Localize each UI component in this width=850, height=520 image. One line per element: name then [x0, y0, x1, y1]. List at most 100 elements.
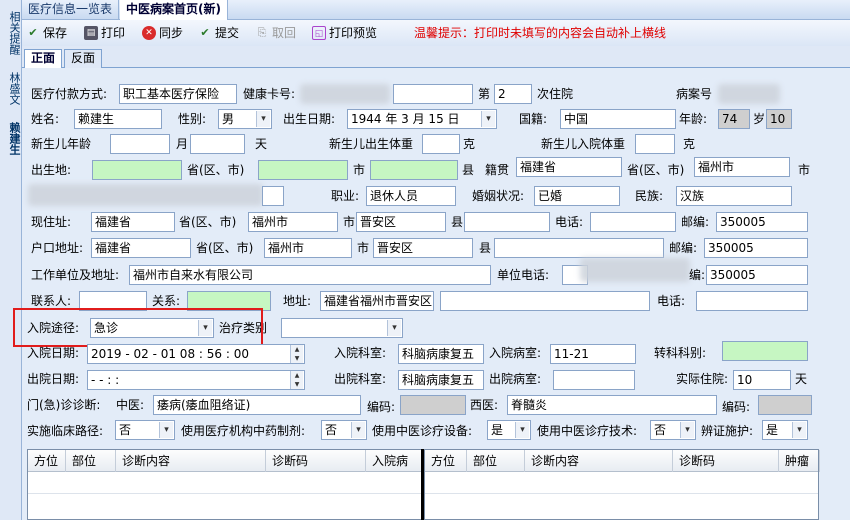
newborn-birth-weight-field[interactable]	[422, 134, 460, 154]
col-admission-condition[interactable]: 入院病	[366, 450, 423, 472]
newborn-age-label: 新生儿年龄	[31, 137, 92, 151]
current-province-field[interactable]: 福建省	[91, 212, 175, 232]
col-site[interactable]: 部位	[66, 450, 116, 472]
registered-address-label: 户口地址:	[31, 241, 84, 255]
work-zip-field[interactable]: 350005	[706, 265, 808, 285]
retrieve-button[interactable]: ⎘ 取回	[255, 24, 296, 42]
sync-button[interactable]: ✕ 同步	[142, 24, 183, 42]
registered-county-field[interactable]: 晋安区	[373, 238, 473, 258]
birthplace-county-unit: 县	[462, 163, 475, 177]
name-field[interactable]: 赖建生	[74, 109, 162, 129]
tab-back[interactable]: 反面	[64, 49, 103, 68]
col-site[interactable]: 部位	[467, 450, 525, 472]
tcm-preparation-select[interactable]: 否	[321, 420, 367, 440]
grid-header: 方位 部位 诊断内容 诊断码 入院病	[28, 450, 423, 472]
newborn-admission-weight-field[interactable]	[635, 134, 675, 154]
current-zip-field[interactable]: 350005	[716, 212, 808, 232]
current-city-field[interactable]: 福州市	[248, 212, 338, 232]
country-field[interactable]: 中国	[560, 109, 676, 129]
record-number-label: 病案号	[676, 87, 713, 101]
contact-address-detail-field[interactable]	[440, 291, 650, 311]
col-tumor[interactable]: 肿瘤	[779, 450, 820, 472]
marital-status-field[interactable]: 已婚	[534, 186, 620, 206]
ethnicity-field[interactable]: 汉族	[676, 186, 792, 206]
admission-date-field[interactable]: 2019 - 02 - 01 08 : 56 : 00	[87, 344, 305, 364]
tab-front[interactable]: 正面	[24, 49, 63, 69]
discharge-date-field[interactable]: - - : :	[87, 370, 305, 390]
col-position[interactable]: 方位	[28, 450, 66, 472]
relationship-label: 关系:	[152, 294, 181, 308]
discharge-diagnosis-grid[interactable]: 方位 部位 诊断内容 诊断码 肿瘤	[424, 449, 820, 520]
side-tab-patient-2[interactable]: 赖建生	[2, 116, 21, 160]
tab-medical-info-list[interactable]: 医疗信息一览表	[22, 0, 120, 20]
tcm-diagnosis-field[interactable]: 痿病(痿血阻络证)	[153, 395, 361, 415]
birth-date-label: 出生日期:	[283, 112, 336, 126]
discharge-ward-field[interactable]	[553, 370, 635, 390]
discharge-department-field[interactable]: 科脑病康复五	[398, 370, 484, 390]
syndrome-nursing-select[interactable]: 是	[762, 420, 808, 440]
registered-province-field[interactable]: 福建省	[91, 238, 191, 258]
tcm-equipment-select[interactable]: 是	[487, 420, 531, 440]
admission-department-label: 入院科室:	[334, 346, 387, 360]
contact-phone-field[interactable]	[696, 291, 808, 311]
syndrome-nursing-label: 辨证施护:	[701, 424, 754, 438]
registered-city-field[interactable]: 福州市	[264, 238, 352, 258]
save-button[interactable]: ✔ 保存	[26, 24, 67, 42]
contact-address-field[interactable]: 福建省福州市晋安区	[320, 291, 434, 311]
native-province-field[interactable]: 福建省	[516, 157, 622, 177]
col-diagnosis-content[interactable]: 诊断内容	[116, 450, 266, 472]
col-diagnosis-code[interactable]: 诊断码	[266, 450, 366, 472]
payment-field[interactable]: 职工基本医疗保险	[119, 84, 237, 104]
page-tabs: 正面 反面	[22, 46, 850, 69]
occupation-field[interactable]: 退休人员	[366, 186, 456, 206]
save-check-icon: ✔	[28, 26, 38, 39]
table-row[interactable]	[425, 472, 818, 494]
wm-diagnosis-field[interactable]: 脊髓炎	[507, 395, 717, 415]
work-unit-field[interactable]: 福州市自来水有限公司	[129, 265, 491, 285]
toolbar: ✔ 保存 ▤ 打印 ✕ 同步 ✔ 提交 ⎘ 取回 ◱ 打印预览 温馨提示：打印时未填写的内容…	[22, 20, 850, 46]
col-diagnosis-code[interactable]: 诊断码	[673, 450, 779, 472]
print-button[interactable]: ▤ 打印	[84, 24, 125, 42]
print-preview-button[interactable]: ◱ 打印预览	[312, 24, 377, 42]
current-city-unit: 市	[343, 215, 356, 229]
registered-county-unit: 县	[479, 241, 492, 255]
birthplace-county-field[interactable]	[370, 160, 458, 180]
newborn-age-month-field[interactable]	[110, 134, 170, 154]
current-county-unit: 县	[451, 215, 464, 229]
side-tab-reminder[interactable]: 相关提醒	[2, 2, 21, 64]
actual-stay-field[interactable]: 10	[733, 370, 791, 390]
wm-code-field	[758, 395, 812, 415]
highlight-box	[13, 308, 263, 347]
birthplace-province-field[interactable]	[92, 160, 182, 180]
submit-button[interactable]: ✔ 提交	[198, 24, 239, 42]
tcm-technique-select[interactable]: 否	[650, 420, 696, 440]
birth-date-field[interactable]: 1944 年 3 月 15 日	[347, 109, 497, 129]
registered-zip-field[interactable]: 350005	[704, 238, 808, 258]
newborn-age-day-field[interactable]	[190, 134, 245, 154]
id-number-field[interactable]	[262, 186, 284, 206]
sex-select[interactable]: 男	[218, 109, 272, 129]
table-row[interactable]	[28, 472, 421, 494]
current-street-field[interactable]	[464, 212, 550, 232]
admission-times-field[interactable]: 2	[494, 84, 532, 104]
phone-field[interactable]	[590, 212, 676, 232]
admission-diagnosis-grid[interactable]: 方位 部位 诊断内容 诊断码 入院病	[27, 449, 423, 520]
side-tab-patient-1[interactable]: 林盛文	[2, 66, 21, 110]
transfer-department-field[interactable]	[722, 341, 808, 361]
contact-person-label: 联系人:	[31, 294, 72, 308]
col-diagnosis-content[interactable]: 诊断内容	[525, 450, 673, 472]
registered-street-field[interactable]	[494, 238, 664, 258]
admission-department-field[interactable]: 科脑病康复五	[398, 344, 484, 364]
current-county-field[interactable]: 晋安区	[356, 212, 446, 232]
tab-tcm-record-front-page[interactable]: 中医病案首页(新)	[120, 0, 228, 20]
wm-code-label: 编码:	[722, 400, 751, 414]
native-province-unit: 省(区、市)	[627, 163, 685, 177]
native-city-field[interactable]: 福州市	[694, 157, 790, 177]
admission-ward-field[interactable]: 11-21	[550, 344, 636, 364]
submit-check-icon: ✔	[200, 26, 210, 39]
health-card-field[interactable]	[393, 84, 473, 104]
col-position[interactable]: 方位	[425, 450, 467, 472]
treatment-type-select[interactable]	[281, 318, 403, 338]
clinical-pathway-select[interactable]: 否	[115, 420, 175, 440]
birthplace-city-field[interactable]	[258, 160, 348, 180]
